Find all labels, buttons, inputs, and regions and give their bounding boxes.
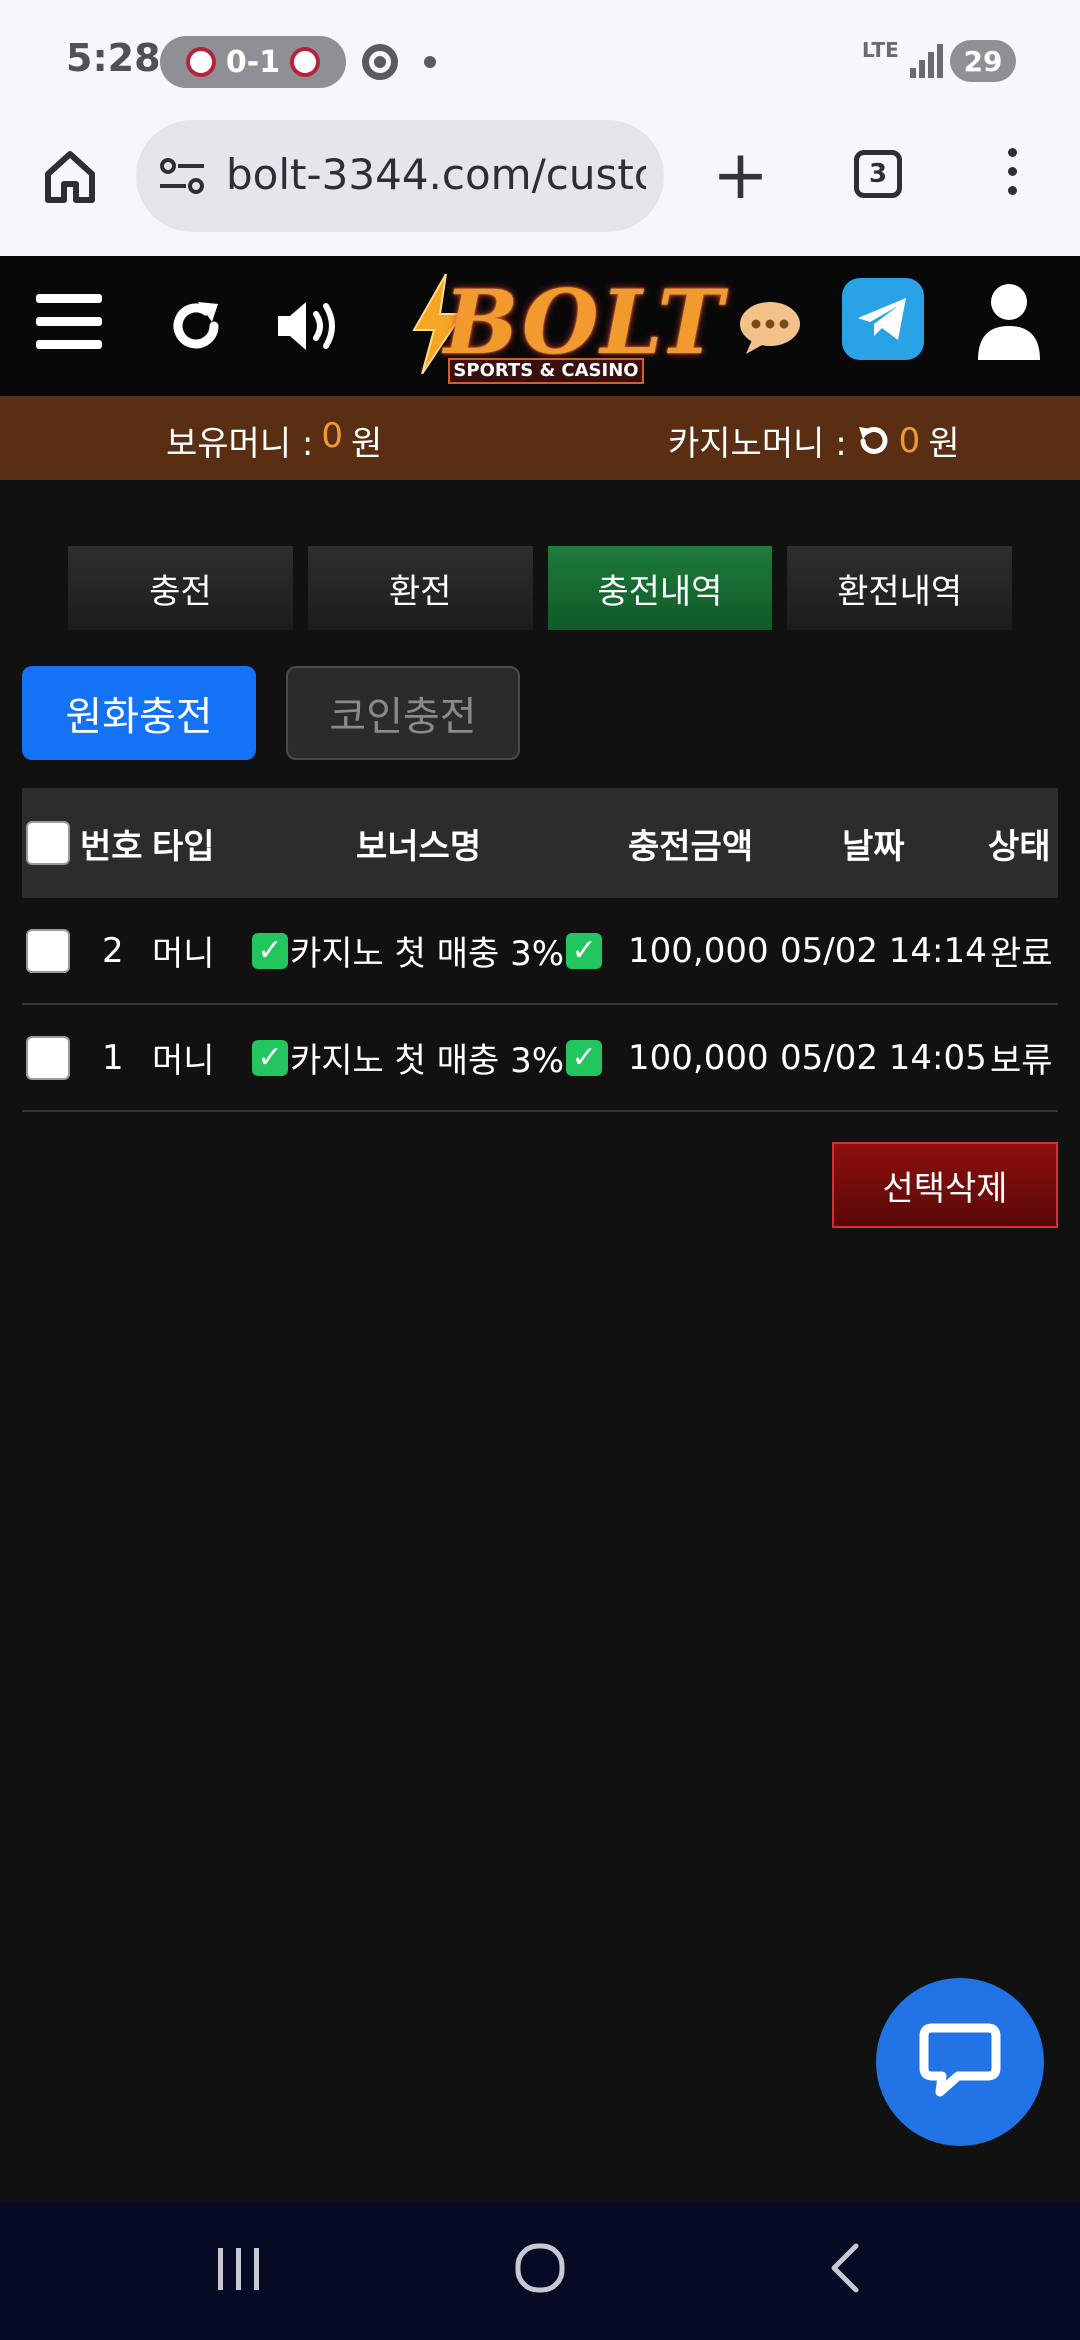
table-row: 1 머니 ✓ 카지노 첫 매충 3% ✓ 100,000 05/02 14:05… — [22, 1005, 1058, 1112]
back-icon[interactable] — [826, 2242, 866, 2298]
check-mark-icon: ✓ — [566, 1039, 603, 1076]
row-status: 완료 — [990, 934, 1053, 974]
row-checkbox[interactable] — [26, 1035, 70, 1080]
score-text: 0-1 — [225, 44, 281, 80]
chrome-icon — [362, 44, 398, 80]
signal-icon — [910, 42, 944, 78]
row-date: 05/02 14:05 — [780, 1037, 987, 1078]
row-amount: 100,000 — [628, 930, 769, 971]
holding-money-value: 0 — [321, 416, 344, 456]
chat-icon — [919, 2023, 1001, 2097]
notification-dot-icon — [424, 56, 436, 68]
row-date: 05/02 14:14 — [780, 930, 987, 971]
money-bar: 보유머니 : 0 원 카지노머니 : 0 원 — [0, 396, 1080, 480]
row-number: 2 — [102, 930, 124, 971]
check-mark-icon: ✓ — [566, 932, 603, 969]
casino-money-value: 0 — [898, 420, 921, 461]
hamburger-menu-icon[interactable] — [36, 294, 102, 350]
header-number: 번호 — [80, 826, 143, 867]
tab-switcher-button[interactable]: 3 — [854, 150, 902, 198]
delete-selected-button[interactable]: 선택삭제 — [832, 1142, 1058, 1228]
sound-icon[interactable] — [274, 294, 344, 358]
status-time: 5:28 — [66, 36, 161, 80]
home-button-icon[interactable] — [514, 2242, 566, 2298]
table-row: 2 머니 ✓ 카지노 첫 매충 3% ✓ 100,000 05/02 14:14… — [22, 898, 1058, 1005]
header-bonus: 보너스명 — [356, 826, 482, 867]
tab-deposit[interactable]: 충전 — [68, 546, 293, 630]
team-logo-icon — [185, 47, 216, 77]
header-date: 날짜 — [842, 826, 905, 867]
telegram-icon[interactable] — [842, 278, 924, 360]
system-navigation-bar — [0, 2202, 1080, 2340]
home-icon[interactable] — [40, 146, 100, 206]
row-bonus: ✓ 카지노 첫 매충 3% ✓ — [252, 898, 603, 1003]
url-text[interactable]: bolt-3344.com/custc — [226, 150, 646, 202]
score-notification: 0-1 — [160, 36, 346, 88]
url-bar[interactable]: bolt-3344.com/custc — [136, 120, 664, 232]
lte-indicator: LTE — [862, 38, 899, 62]
row-bonus: ✓ 카지노 첫 매충 3% ✓ — [252, 1005, 603, 1110]
team-logo-icon — [290, 47, 321, 77]
more-menu-icon[interactable] — [1000, 148, 1024, 204]
logo-subtitle: SPORTS & CASINO — [448, 358, 644, 384]
casino-money-label: 카지노머니 : — [668, 424, 847, 464]
row-bonus-text: 카지노 첫 매충 3% — [290, 934, 565, 974]
row-type: 머니 — [152, 1041, 215, 1081]
select-all-checkbox[interactable] — [26, 821, 70, 865]
won-deposit-button[interactable]: 원화충전 — [22, 666, 256, 760]
main-tabs: 충전 환전 충전내역 환전내역 — [68, 546, 1012, 630]
table-header: 번호 타입 보너스명 충전금액 날짜 상태 — [22, 788, 1058, 898]
screen: 5:28 0-1 LTE 29 bolt-3344.com/custc + 3 … — [0, 0, 1080, 2340]
casino-money-unit: 원 — [928, 424, 960, 464]
header-amount: 충전금액 — [628, 826, 754, 867]
deposit-history-table: 번호 타입 보너스명 충전금액 날짜 상태 2 머니 ✓ 카지노 첫 매충 3%… — [22, 788, 1058, 1112]
user-profile-icon[interactable] — [976, 282, 1042, 362]
browser-toolbar: bolt-3344.com/custc + 3 — [0, 120, 1080, 256]
live-chat-button[interactable] — [876, 1978, 1044, 2146]
row-number: 1 — [102, 1037, 124, 1078]
holding-money-unit: 원 — [351, 424, 383, 464]
check-mark-icon: ✓ — [252, 932, 288, 969]
tab-withdraw-history[interactable]: 환전내역 — [787, 546, 1012, 630]
site-settings-icon[interactable] — [158, 156, 206, 196]
site-logo[interactable]: BOLT SPORTS & CASINO — [404, 264, 723, 388]
row-status: 보류 — [990, 1041, 1053, 1081]
row-bonus-text: 카지노 첫 매충 3% — [290, 1041, 565, 1081]
battery-indicator: 29 — [950, 40, 1016, 82]
row-amount: 100,000 — [628, 1037, 769, 1078]
casino-refresh-icon[interactable] — [855, 423, 891, 459]
holding-money: 보유머니 : 0 원 — [166, 416, 382, 465]
status-bar: 5:28 0-1 LTE 29 — [0, 0, 1080, 120]
casino-money: 카지노머니 : 0 원 — [668, 416, 960, 465]
recent-apps-icon[interactable] — [214, 2242, 264, 2298]
chat-bubble-icon[interactable] — [738, 300, 802, 356]
row-type: 머니 — [152, 934, 215, 974]
row-checkbox[interactable] — [26, 928, 70, 973]
new-tab-icon[interactable]: + — [712, 142, 769, 210]
site-header: BOLT SPORTS & CASINO — [0, 256, 1080, 396]
header-type: 타입 — [152, 826, 215, 867]
refresh-icon[interactable] — [166, 296, 226, 356]
holding-money-label: 보유머니 : — [166, 424, 314, 464]
header-status: 상태 — [988, 826, 1051, 867]
coin-deposit-button[interactable]: 코인충전 — [286, 666, 520, 760]
tab-deposit-history[interactable]: 충전내역 — [547, 546, 773, 630]
tab-withdraw[interactable]: 환전 — [307, 546, 533, 630]
check-mark-icon: ✓ — [252, 1039, 288, 1076]
